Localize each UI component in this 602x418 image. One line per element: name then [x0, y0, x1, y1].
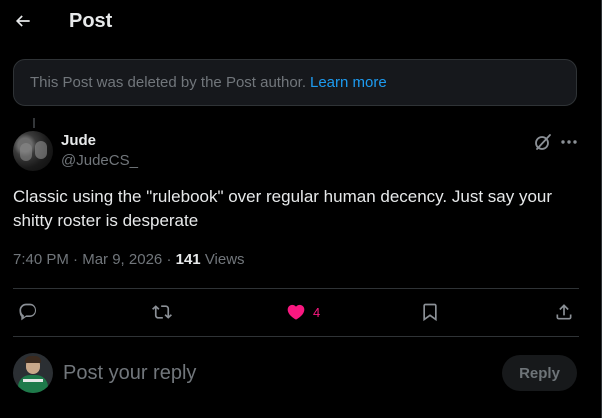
deleted-notice-text: This Post was deleted by the Post author…: [30, 74, 306, 91]
reply-button[interactable]: [18, 301, 38, 323]
like-icon: [287, 304, 305, 320]
reply-icon: [19, 303, 37, 321]
bookmark-button[interactable]: [420, 301, 440, 323]
repost-icon: [152, 305, 172, 319]
meta-separator: ·: [166, 251, 172, 268]
like-button[interactable]: 4: [286, 301, 320, 323]
views-label: Views: [204, 251, 245, 268]
share-icon: [556, 304, 572, 320]
post-meta: 7:40 PM · Mar 9, 2026 · 141 Views: [13, 250, 245, 270]
grok-icon: [535, 134, 551, 150]
author-name[interactable]: Jude: [61, 131, 96, 150]
page-header: Post: [0, 0, 600, 42]
page-title: Post: [69, 10, 113, 32]
grok-button[interactable]: [533, 132, 553, 152]
learn-more-link[interactable]: Learn more: [310, 74, 387, 91]
post-date[interactable]: Mar 9, 2026: [82, 251, 162, 268]
divider: [13, 336, 579, 337]
back-button[interactable]: [11, 9, 35, 33]
post-text: Classic using the "rulebook" over regula…: [13, 187, 553, 230]
deleted-post-notice: This Post was deleted by the Post author…: [13, 59, 577, 106]
user-avatar[interactable]: [13, 353, 53, 393]
more-icon: [561, 140, 577, 144]
reply-input[interactable]: [63, 360, 483, 386]
views-count: 141: [175, 251, 201, 268]
meta-separator: ·: [73, 251, 79, 268]
share-button[interactable]: [554, 301, 574, 323]
post-time[interactable]: 7:40 PM: [13, 251, 69, 268]
like-count: 4: [313, 304, 321, 320]
author-avatar[interactable]: [13, 131, 53, 171]
reply-submit-button[interactable]: Reply: [502, 355, 577, 391]
thread-connector-line: [33, 118, 35, 128]
author-handle[interactable]: @JudeCS_: [61, 151, 138, 170]
more-options-button[interactable]: [558, 132, 580, 152]
repost-button[interactable]: [150, 301, 174, 323]
arrow-left-icon: [15, 15, 30, 27]
divider: [13, 288, 579, 289]
bookmark-icon: [423, 303, 437, 322]
